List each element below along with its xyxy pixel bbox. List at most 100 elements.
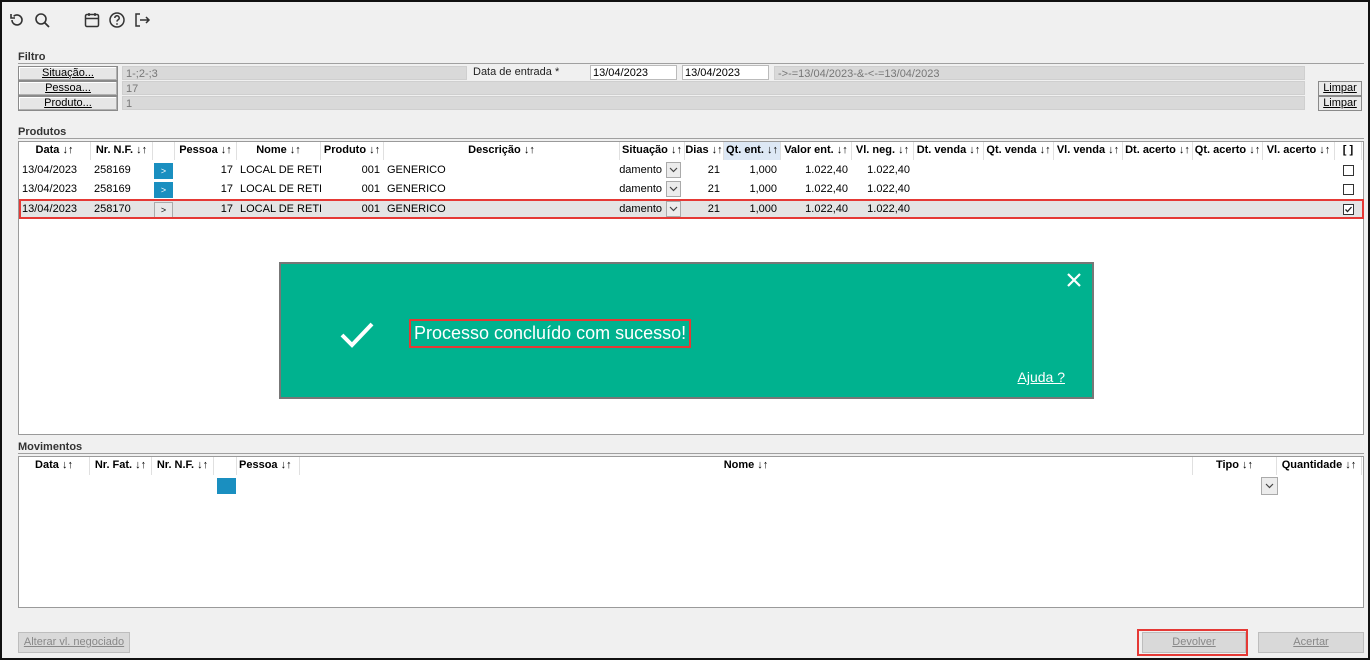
col-nr-nf[interactable]: Nr. N.F. ↓↑ [91,142,153,160]
col-qt-ent[interactable]: Qt. ent. ↓↑ [724,142,781,160]
produtos-divider [18,138,1364,139]
data-entrada-label: Data de entrada * [473,66,560,78]
cell-vl-neg: 1.022,40 [867,203,910,215]
cell-nome: LOCAL DE RETIR [240,203,321,215]
cell-qt-ent: 1,000 [749,164,777,176]
devolver-button[interactable]: Devolver [1142,632,1246,653]
col-nr-nf[interactable]: Nr. N.F. ↓↑ [152,457,214,475]
cell-data: 13/04/2023 [22,183,78,195]
pessoa-button[interactable]: Pessoa... [18,81,118,96]
alterar-vl-negociado-button[interactable]: Alterar vl. negociado [18,632,130,653]
col-tipo[interactable]: Tipo ↓↑ [1193,457,1277,475]
col-quantidade[interactable]: Quantidade ↓↑ [1277,457,1362,475]
situacao-button[interactable]: Situação... [18,66,118,81]
row-detail-button[interactable] [217,478,236,494]
data-entrada-expression: ->-=13/04/2023-&-<-=13/04/2023 [774,66,1305,80]
row-checkbox-checked[interactable] [1343,204,1354,215]
calendar-icon[interactable] [83,11,101,29]
cell-dias: 21 [707,183,720,195]
checkmark-icon [340,322,374,348]
search-icon[interactable] [33,11,51,29]
cell-valor-ent: 1.022,40 [805,183,848,195]
cell-descricao: GENERICO [387,164,446,176]
toolbar [2,2,1368,38]
close-icon[interactable] [1066,272,1082,288]
chevron-down-icon [669,206,678,212]
col-select[interactable]: [ ] [1335,142,1362,160]
col-valor-ent[interactable]: Valor ent. ↓↑ [781,142,852,160]
data-entrada-from[interactable]: 13/04/2023 [590,65,677,80]
row-detail-button[interactable]: > [154,182,173,198]
cell-vl-neg: 1.022,40 [867,164,910,176]
cell-situacao: damento [619,164,662,176]
filtro-divider [18,63,1364,64]
col-pessoa[interactable]: Pessoa ↓↑ [237,457,300,475]
cell-nome: LOCAL DE RETIR [240,183,321,195]
movimentos-grid: Data ↓↑ Nr. Fat. ↓↑ Nr. N.F. ↓↑ Pessoa ↓… [18,456,1364,608]
table-row-selected[interactable]: 13/04/2023 258170 > 17 LOCAL DE RETIR 00… [19,200,1363,219]
cell-valor-ent: 1.022,40 [805,203,848,215]
cell-descricao: GENERICO [387,183,446,195]
exit-icon[interactable] [133,11,151,29]
col-qt-venda[interactable]: Qt. venda ↓↑ [984,142,1054,160]
col-dias[interactable]: Dias ↓↑ [685,142,724,160]
col-produto[interactable]: Produto ↓↑ [321,142,384,160]
col-qt-acerto[interactable]: Qt. acerto ↓↑ [1193,142,1263,160]
row-detail-button[interactable]: > [154,163,173,179]
col-vl-venda[interactable]: Vl. venda ↓↑ [1054,142,1123,160]
col-descricao[interactable]: Descrição ↓↑ [384,142,620,160]
refresh-icon[interactable] [8,11,26,29]
cell-produto: 001 [361,164,380,176]
cell-pessoa: 17 [220,203,233,215]
col-pessoa[interactable]: Pessoa ↓↑ [175,142,237,160]
cell-qt-ent: 1,000 [749,203,777,215]
col-data[interactable]: Data ↓↑ [19,457,90,475]
data-entrada-to[interactable]: 13/04/2023 [682,65,769,80]
success-toast: Processo concluído com sucesso! Ajuda ? [279,262,1094,399]
col-nr-fat[interactable]: Nr. Fat. ↓↑ [90,457,152,475]
cell-nf: 258169 [94,183,131,195]
row-checkbox[interactable] [1343,184,1354,195]
row-checkbox[interactable] [1343,165,1354,176]
col-dt-acerto[interactable]: Dt. acerto ↓↑ [1123,142,1193,160]
situacao-dropdown[interactable] [666,201,681,217]
situacao-dropdown[interactable] [666,181,681,197]
chevron-down-icon [1265,483,1274,489]
col-dt-venda[interactable]: Dt. venda ↓↑ [914,142,984,160]
cell-pessoa: 17 [220,183,233,195]
col-vl-neg[interactable]: Vl. neg. ↓↑ [852,142,914,160]
cell-qt-ent: 1,000 [749,183,777,195]
cell-dias: 21 [707,164,720,176]
situacao-dropdown[interactable] [666,162,681,178]
col-data[interactable]: Data ↓↑ [19,142,91,160]
cell-produto: 001 [361,203,380,215]
col-nome[interactable]: Nome ↓↑ [300,457,1193,475]
help-icon[interactable] [108,11,126,29]
table-row[interactable]: 13/04/2023 258169 > 17 LOCAL DE RETIR 00… [19,161,1363,180]
col-action [153,142,175,160]
col-situacao[interactable]: Situação ↓↑ [620,142,685,160]
produto-value: 1 [122,96,1305,110]
cell-nf: 258169 [94,164,131,176]
acertar-button[interactable]: Acertar [1258,632,1364,653]
main-window: Filtro Situação... 1-;2-;3 Data de entra… [0,0,1370,660]
col-vl-acerto[interactable]: Vl. acerto ↓↑ [1263,142,1335,160]
toast-message: Processo concluído com sucesso! [409,319,692,348]
row-detail-button[interactable]: > [154,202,173,218]
filtro-title: Filtro [18,51,46,63]
produto-button[interactable]: Produto... [18,96,118,111]
produto-limpar-button[interactable]: Limpar [1318,96,1362,111]
help-link[interactable]: Ajuda ? [1018,369,1065,385]
cell-dias: 21 [707,203,720,215]
pessoa-limpar-button[interactable]: Limpar [1318,81,1362,96]
tipo-dropdown[interactable] [1261,477,1278,495]
cell-vl-neg: 1.022,40 [867,183,910,195]
cell-valor-ent: 1.022,40 [805,164,848,176]
movimentos-title: Movimentos [18,441,83,453]
col-nome[interactable]: Nome ↓↑ [237,142,321,160]
movimentos-divider [18,453,1364,454]
pessoa-value: 17 [122,81,1305,95]
produtos-title: Produtos [18,126,67,138]
cell-data: 13/04/2023 [22,164,78,176]
table-row[interactable]: 13/04/2023 258169 > 17 LOCAL DE RETIR 00… [19,180,1363,199]
